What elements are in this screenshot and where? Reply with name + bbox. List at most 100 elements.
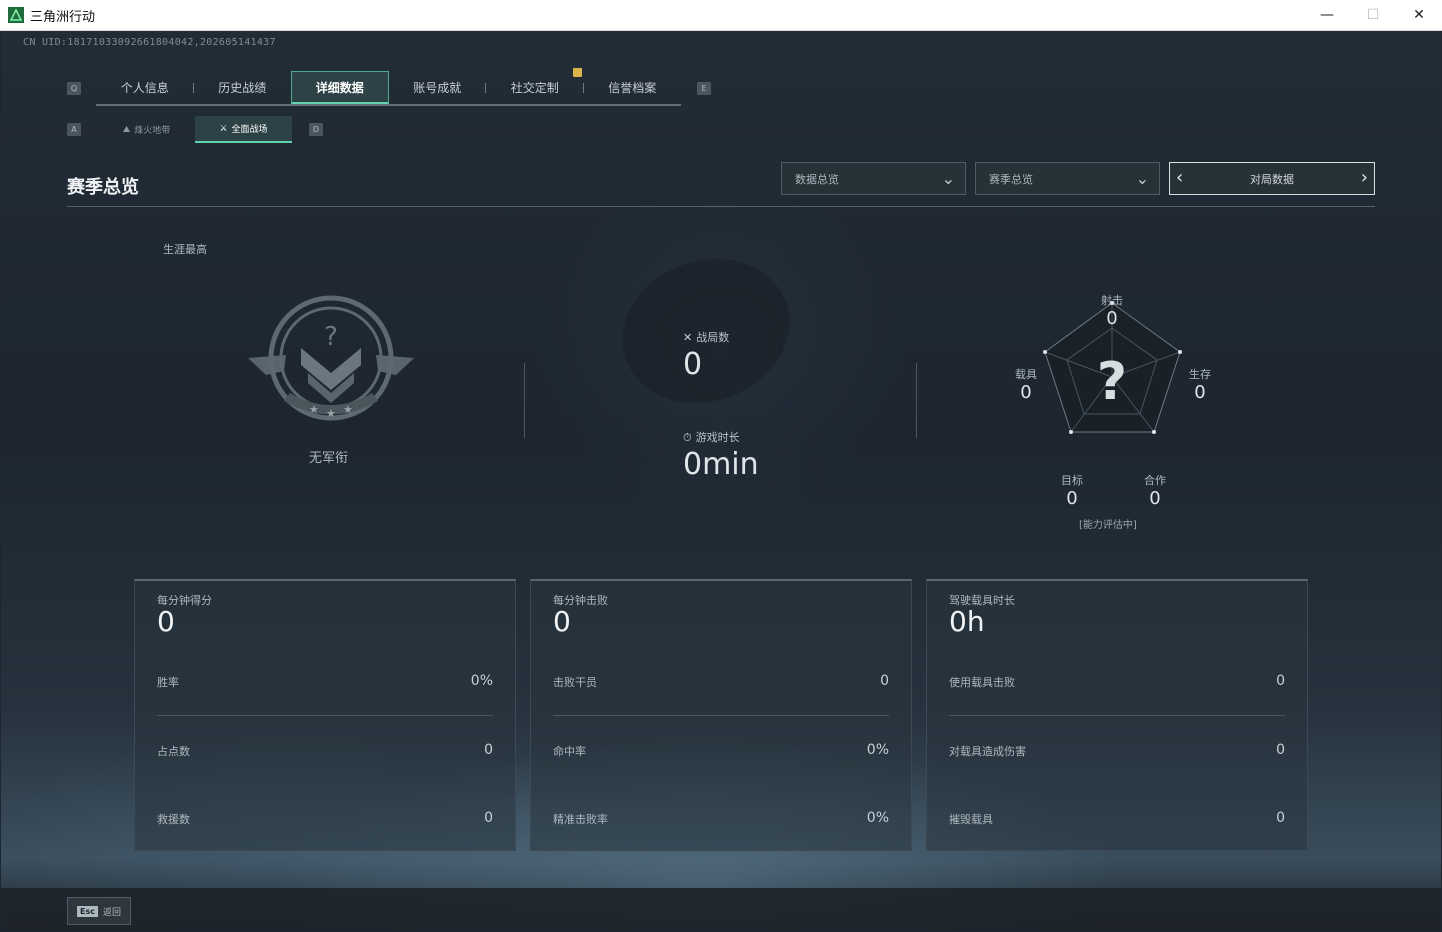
tab-history[interactable]: 历史战绩 [192,71,292,104]
dropdown-value: 数据总览 [795,172,839,186]
window-title: 三角洲行动 [30,9,96,25]
tab-divider [192,83,194,93]
row-label: 摧毁载具 [949,813,993,826]
section-divider [67,206,1375,207]
row-label: 胜率 [157,676,179,689]
back-button[interactable]: Esc 返回 [67,897,131,925]
radar-vehicle-value: 0 [1020,382,1032,403]
row-label: 对载具造成伤害 [949,745,1026,758]
match-data-pager: ‹ 对局数据 › [1169,162,1375,195]
row-value: 0 [484,742,493,758]
stopwatch-icon: ⏱ [683,431,692,444]
row-label: 精准击败率 [553,813,608,826]
prev-subtab-key-hint: A [67,123,81,136]
rank-name: 无军衔 [309,451,349,466]
tab-label: 个人信息 [120,81,169,95]
row-value: 0 [880,673,889,689]
radar-objective-value: 0 [1066,488,1078,509]
row-value: 0 [1276,742,1285,758]
row-value: 0 [484,810,493,826]
row-value: 0 [1276,673,1285,689]
minimize-button[interactable]: — [1304,0,1350,30]
chevron-down-icon: ⌄ [1135,169,1149,188]
stats-card-score: 每分钟得分 0 胜率 0% 占点数 0 救援数 0 [134,579,516,851]
chevron-left-icon[interactable]: ‹ [1176,167,1183,188]
hazard-zone-icon: ⛰ [122,124,131,135]
chevron-right-icon[interactable]: › [1361,167,1368,188]
row-value: 0% [470,673,493,689]
tab-label: 信誉档案 [608,81,657,95]
stats-card-vehicle: 驾驶载具时长 0h 使用载具击败 0 对载具造成伤害 0 摧毁载具 0 [926,579,1308,851]
row-label: 救援数 [157,813,190,826]
main-tab-bar: 个人信息 历史战绩 详细数据 账号成就 社交定制 信誉档案 [96,71,681,106]
close-button[interactable]: ✕ [1396,0,1442,30]
card-value: 0h [949,605,985,638]
svg-text:★: ★ [343,403,353,416]
card-value: 0 [157,605,175,638]
data-overview-dropdown[interactable]: 数据总览 ⌄ [781,162,966,195]
chevron-down-icon: ⌄ [941,169,955,188]
player-uid: CN UID:18171033092661804042,202605141437 [23,37,276,48]
row-value: 0% [866,742,889,758]
battles-label-text: 战局数 [696,331,730,344]
radar-evaluating-note: [能力评估中] [1079,520,1137,531]
vertical-divider [524,363,525,438]
next-tab-key-hint: E [697,82,711,95]
tab-label: 详细数据 [315,80,364,95]
row-divider [949,715,1285,716]
subtab-label: 全面战场 [231,125,268,135]
radar-shooting-value: 0 [1106,308,1118,329]
career-best-label: 生涯最高 [163,243,207,256]
battles-label: ✕ 战局数 [683,329,729,345]
tab-detailed-data[interactable]: 详细数据 [291,71,389,104]
battles-value: 0 [683,347,703,382]
rank-emblem-icon: ? ★ ★ ★ [246,293,416,428]
vertical-divider [916,363,917,438]
tab-social-customize[interactable]: 社交定制 [485,71,584,104]
crossed-swords-icon: ✕ [683,331,693,344]
prev-tab-key-hint: Q [67,82,81,95]
notification-badge [573,68,582,77]
radar-coop-label: 合作 [1144,474,1166,487]
sub-tab-bar: ⛰ 烽火地带 ⚔ 全面战场 [98,116,292,143]
tab-personal-info[interactable]: 个人信息 [96,71,194,104]
tab-credit-record[interactable]: 信誉档案 [582,71,682,104]
maximize-button[interactable]: ☐ [1350,0,1396,30]
radar-shooting-label: 射击 [1101,294,1123,307]
playtime-value: 0min [683,447,759,482]
row-divider [553,715,889,716]
pager-label: 对局数据 [1250,172,1294,186]
radar-vehicle-label: 载具 [1015,368,1037,381]
row-label: 占点数 [157,745,190,758]
row-divider [157,715,493,716]
radar-coop-value: 0 [1149,488,1161,509]
back-label: 返回 [102,907,121,918]
tab-label: 社交定制 [510,81,559,95]
tab-achievements[interactable]: 账号成就 [389,71,487,104]
game-viewport: CN UID:18171033092661804042,202605141437… [1,31,1441,931]
ability-radar-chart: ? 射击 0 生存 0 合作 0 目标 0 载具 0 [1001,256,1231,509]
window-titlebar: 三角洲行动 — ☐ ✕ [0,0,1442,31]
row-value: 0 [1276,810,1285,826]
section-title: 赛季总览 [67,177,139,198]
warfare-icon: ⚔ [219,123,228,134]
svg-text:★: ★ [326,407,336,420]
radar-survival-value: 0 [1194,382,1206,403]
tab-label: 账号成就 [413,81,462,95]
playtime-label: ⏱ 游戏时长 [683,429,740,445]
row-value: 0% [866,810,889,826]
subtab-all-out-warfare[interactable]: ⚔ 全面战场 [195,116,292,143]
tab-label: 历史战绩 [218,81,267,95]
row-label: 使用载具击败 [949,676,1015,689]
esc-key-hint: Esc [77,905,98,917]
radar-center-mark: ? [1097,352,1127,412]
season-dropdown[interactable]: 赛季总览 ⌄ [975,162,1160,195]
card-value: 0 [553,605,571,638]
svg-text:?: ? [324,322,338,352]
tab-divider [582,83,584,93]
bottom-bar [1,888,1441,931]
subtab-hazard-zone[interactable]: ⛰ 烽火地带 [98,116,195,143]
next-subtab-key-hint: D [309,123,323,136]
radar-objective-label: 目标 [1061,474,1083,487]
radar-survival-label: 生存 [1189,368,1211,381]
